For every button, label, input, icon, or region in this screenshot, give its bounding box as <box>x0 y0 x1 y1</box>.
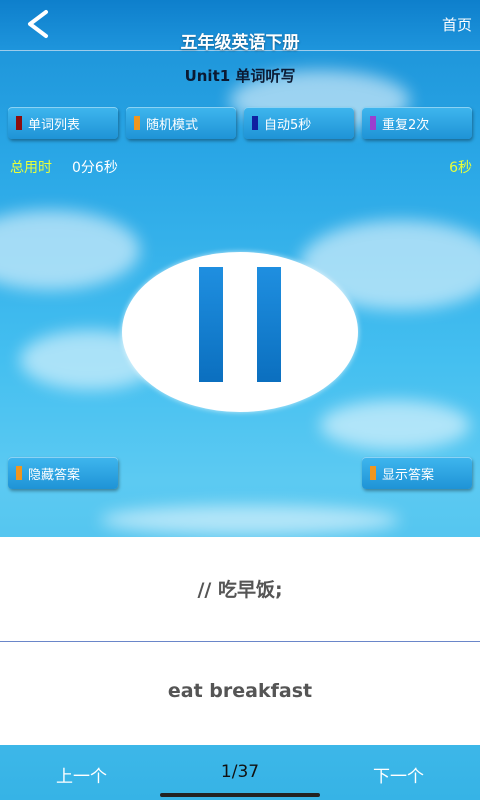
total-time-label: 总用时 <box>10 160 52 176</box>
hide-answer-marker-icon <box>16 466 22 480</box>
word-list-button[interactable]: 单词列表 <box>8 107 118 139</box>
auto-5s-button[interactable]: 自动5秒 <box>244 107 354 139</box>
pager: 上一个 1/37 下一个 <box>0 745 480 800</box>
next-button[interactable]: 下一个 <box>373 762 424 787</box>
random-mode-label: 随机模式 <box>146 117 199 133</box>
pause-icon <box>199 267 223 382</box>
repeat-2x-marker-icon <box>370 116 376 130</box>
home-button[interactable]: 首页 <box>442 14 472 35</box>
repeat-2x-button[interactable]: 重复2次 <box>362 107 472 139</box>
show-answer-label: 显示答案 <box>382 467 435 483</box>
pause-button[interactable] <box>122 252 358 412</box>
top-bar: 五年级英语下册 首页 <box>0 0 480 53</box>
english-answer: eat breakfast <box>167 680 313 702</box>
show-answer-button[interactable]: 显示答案 <box>362 457 472 489</box>
total-time-value: 0分6秒 <box>72 160 118 176</box>
chinese-meaning: // 吃早饭; <box>197 579 283 601</box>
auto-5s-marker-icon <box>252 116 258 130</box>
auto-5s-label: 自动5秒 <box>264 117 312 133</box>
word-list-label: 单词列表 <box>28 117 81 133</box>
repeat-2x-label: 重复2次 <box>382 117 430 133</box>
lesson-subtitle: Unit1 单词听写 <box>184 67 296 85</box>
current-seconds: 6秒 <box>449 160 472 176</box>
home-indicator <box>160 793 320 797</box>
card-divider <box>0 641 480 642</box>
show-answer-marker-icon <box>370 466 376 480</box>
pause-icon-bar <box>257 267 281 382</box>
random-mode-button[interactable]: 随机模式 <box>126 107 236 139</box>
word-card: // 吃早饭; eat breakfast <box>0 537 480 745</box>
hide-answer-label: 隐藏答案 <box>28 467 81 483</box>
page-title: 五年级英语下册 <box>180 33 300 53</box>
random-mode-marker-icon <box>134 116 140 130</box>
word-list-marker-icon <box>16 116 22 130</box>
hide-answer-button[interactable]: 隐藏答案 <box>8 457 118 489</box>
